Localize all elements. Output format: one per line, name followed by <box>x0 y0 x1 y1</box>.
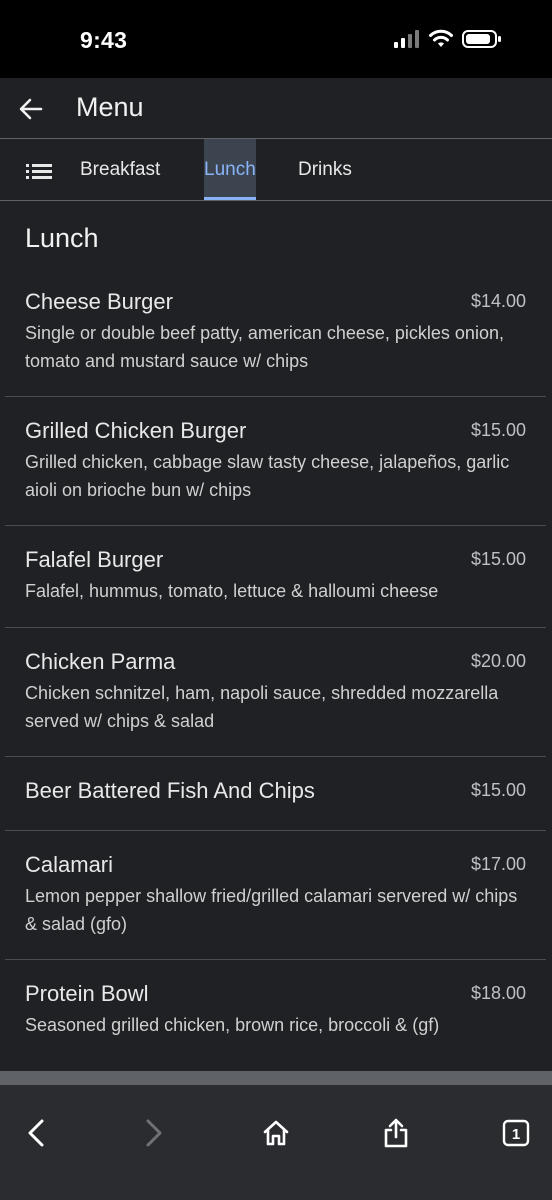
list-menu-button[interactable] <box>26 160 52 185</box>
browser-toolbar: 1 <box>0 1085 552 1200</box>
item-price: $15.00 <box>470 549 526 569</box>
menu-item-falafel-burger[interactable]: Falafel Burger $15.00 Falafel, hummus, t… <box>5 526 546 628</box>
menu-item-cheese-burger[interactable]: Cheese Burger $14.00 Single or double be… <box>5 273 546 397</box>
battery-icon <box>462 30 501 48</box>
item-price: $15.00 <box>470 420 526 440</box>
item-name: Falafel Burger <box>25 547 164 572</box>
item-description: Seasoned grilled chicken, brown rice, br… <box>25 1015 440 1035</box>
wifi-icon <box>429 29 453 47</box>
item-price: $14.00 <box>470 291 526 311</box>
item-price: $15.00 <box>470 780 526 800</box>
app-header: Menu <box>0 78 552 138</box>
item-price: $17.00 <box>470 854 526 874</box>
item-name: Chicken Parma <box>25 649 176 674</box>
signal-icon <box>394 30 419 48</box>
menu-item-fish-and-chips[interactable]: Beer Battered Fish And Chips $15.00 <box>5 757 546 831</box>
item-price: $18.00 <box>470 983 526 1003</box>
back-button[interactable] <box>14 92 48 126</box>
section-title: Lunch <box>25 223 99 253</box>
item-name: Grilled Chicken Burger <box>25 418 247 443</box>
browser-back-button[interactable] <box>16 1113 56 1153</box>
page: 9:43 Menu Breakfast Lunch Drinks Lunch C… <box>0 0 552 1200</box>
category-tabs: Breakfast Lunch Drinks <box>0 139 552 200</box>
tab-count: 1 <box>512 1126 520 1143</box>
item-name: Cheese Burger <box>25 289 173 314</box>
status-bar: 9:43 <box>0 0 552 78</box>
item-name: Protein Bowl <box>25 981 149 1006</box>
item-description: Lemon pepper shallow fried/grilled calam… <box>25 886 518 934</box>
tab-breakfast[interactable]: Breakfast <box>80 139 160 200</box>
item-description: Grilled chicken, cabbage slaw tasty chee… <box>25 452 510 500</box>
home-button[interactable] <box>256 1113 296 1153</box>
scroll-strip <box>0 1071 552 1085</box>
status-icons <box>394 29 502 49</box>
share-icon <box>384 1118 408 1148</box>
tab-drinks[interactable]: Drinks <box>298 139 352 200</box>
menu-item-calamari[interactable]: Calamari $17.00 Lemon pepper shallow fri… <box>5 831 546 960</box>
chevron-right-icon <box>146 1119 162 1147</box>
item-name: Calamari <box>25 852 114 877</box>
tabs-button[interactable]: 1 <box>496 1113 536 1153</box>
menu-content: Lunch Cheese Burger $14.00 Single or dou… <box>0 201 552 1071</box>
tabs-icon: 1 <box>502 1119 530 1147</box>
menu-item-protein-bowl[interactable]: Protein Bowl $18.00 Seasoned grilled chi… <box>5 960 546 1060</box>
item-description: Chicken schnitzel, ham, napoli sauce, sh… <box>25 683 499 731</box>
menu-item-grilled-chicken-burger[interactable]: Grilled Chicken Burger $15.00 Grilled ch… <box>5 397 546 526</box>
chevron-left-icon <box>28 1119 44 1147</box>
item-description: Single or double beef patty, american ch… <box>25 323 504 371</box>
share-button[interactable] <box>376 1113 416 1153</box>
list-icon <box>26 164 52 179</box>
tab-lunch[interactable]: Lunch <box>204 139 256 200</box>
menu-item-chicken-parma[interactable]: Chicken Parma $20.00 Chicken schnitzel, … <box>5 628 546 757</box>
item-description: Falafel, hummus, tomato, lettuce & hallo… <box>25 581 439 601</box>
home-icon <box>263 1120 289 1146</box>
arrow-left-icon <box>19 98 43 120</box>
page-title: Menu <box>76 92 144 122</box>
status-time: 9:43 <box>80 27 128 53</box>
item-name: Beer Battered Fish And Chips <box>25 778 315 803</box>
item-price: $20.00 <box>470 651 526 671</box>
browser-forward-button[interactable] <box>134 1113 174 1153</box>
